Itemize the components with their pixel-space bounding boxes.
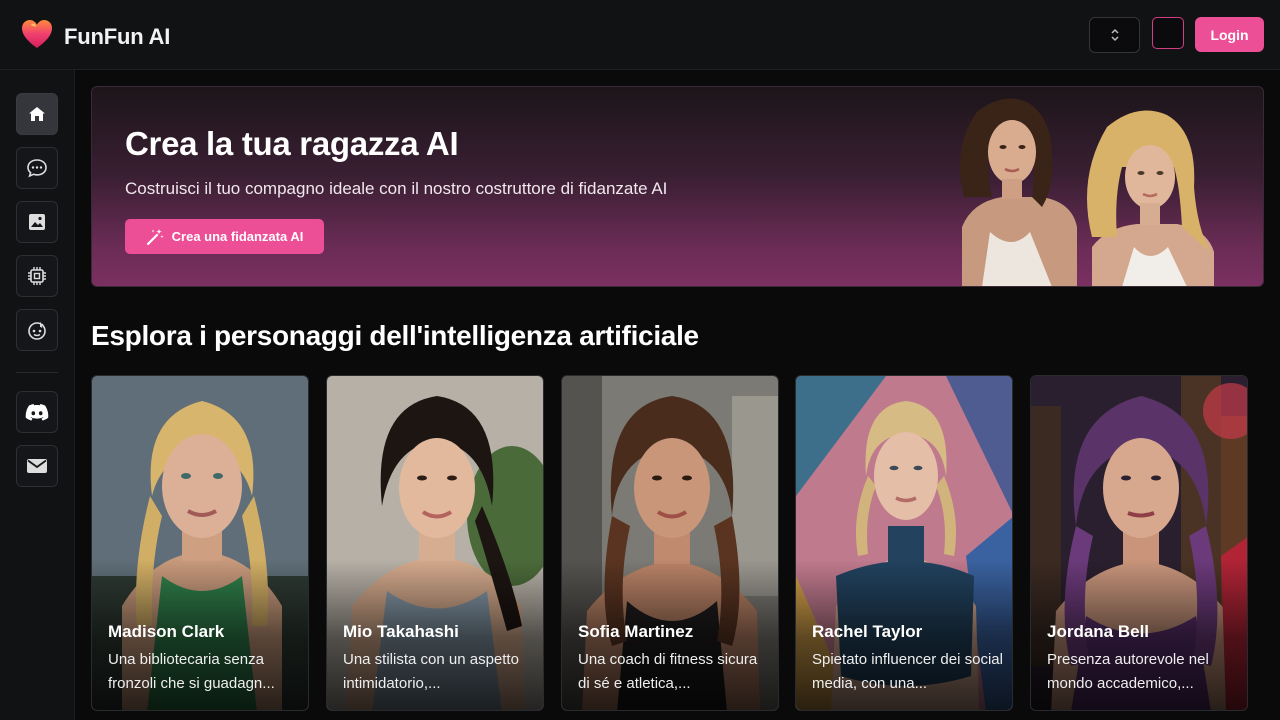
brand[interactable]: FunFun AI (20, 17, 170, 56)
card-description: Una stilista con un aspetto intimidatori… (343, 651, 519, 692)
sidebar (0, 70, 75, 720)
character-card-madison-clark[interactable]: Madison Clark Una bibliotecaria senza fr… (91, 375, 309, 711)
card-description: Presenza autorevole nel mondo accademico… (1047, 651, 1209, 692)
mail-icon (27, 459, 47, 473)
card-description: Una coach di fitness sicura di sé e atle… (578, 651, 758, 692)
sidebar-item-mail[interactable] (16, 445, 58, 487)
sidebar-item-images[interactable] (16, 201, 58, 243)
chip-icon (28, 267, 46, 285)
card-name: Sofia Martinez (578, 622, 694, 641)
sidebar-item-home[interactable] (16, 93, 58, 135)
home-icon (29, 107, 45, 121)
sidebar-item-discord[interactable] (16, 391, 58, 433)
hero-banner: Crea la tua ragazza AI Costruisci il tuo… (91, 86, 1264, 287)
card-name: Mio Takahashi (343, 622, 459, 641)
card-description: Spietato influencer dei social media, co… (812, 651, 1003, 692)
language-selector[interactable] (1089, 17, 1140, 53)
card-description: Una bibliotecaria senza fronzoli che si … (108, 651, 275, 692)
section-title: Esplora i personaggi dell'intelligenza a… (91, 320, 699, 351)
chevron-updown-icon (1110, 28, 1119, 42)
create-girlfriend-label: Crea una fidanzata AI (171, 229, 304, 244)
heart-logo-icon (20, 17, 54, 56)
character-icon (28, 321, 46, 340)
card-name: Rachel Taylor (812, 622, 923, 641)
banner-portrait-image (960, 98, 1214, 286)
chat-icon (27, 159, 47, 178)
sidebar-item-characters[interactable] (16, 309, 58, 351)
sidebar-item-chat[interactable] (16, 147, 58, 189)
magic-wand-icon (146, 228, 164, 245)
discord-icon (25, 404, 49, 421)
create-girlfriend-button[interactable]: Crea una fidanzata AI (125, 219, 324, 254)
banner-subtitle: Costruisci il tuo compagno ideale con il… (125, 179, 668, 198)
banner-title: Crea la tua ragazza AI (125, 125, 459, 162)
character-card-sofia-martinez[interactable]: Sofia Martinez Una coach di fitness sicu… (561, 375, 779, 711)
top-bar: FunFun AI Login (0, 0, 1280, 70)
character-card-mio-takahashi[interactable]: Mio Takahashi Una stilista con un aspett… (326, 375, 544, 711)
theme-toggle-button[interactable] (1152, 17, 1184, 49)
character-card-rachel-taylor[interactable]: Rachel Taylor Spietato influencer dei so… (795, 375, 1013, 711)
character-card-jordana-bell[interactable]: Jordana Bell Presenza autorevole nel mon… (1030, 375, 1248, 711)
card-name: Madison Clark (108, 622, 225, 641)
brand-name: FunFun AI (64, 23, 171, 49)
login-button[interactable]: Login (1195, 17, 1264, 52)
sidebar-item-models[interactable] (16, 255, 58, 297)
sidebar-divider (16, 372, 58, 373)
card-name: Jordana Bell (1047, 622, 1150, 641)
image-icon (29, 214, 45, 230)
